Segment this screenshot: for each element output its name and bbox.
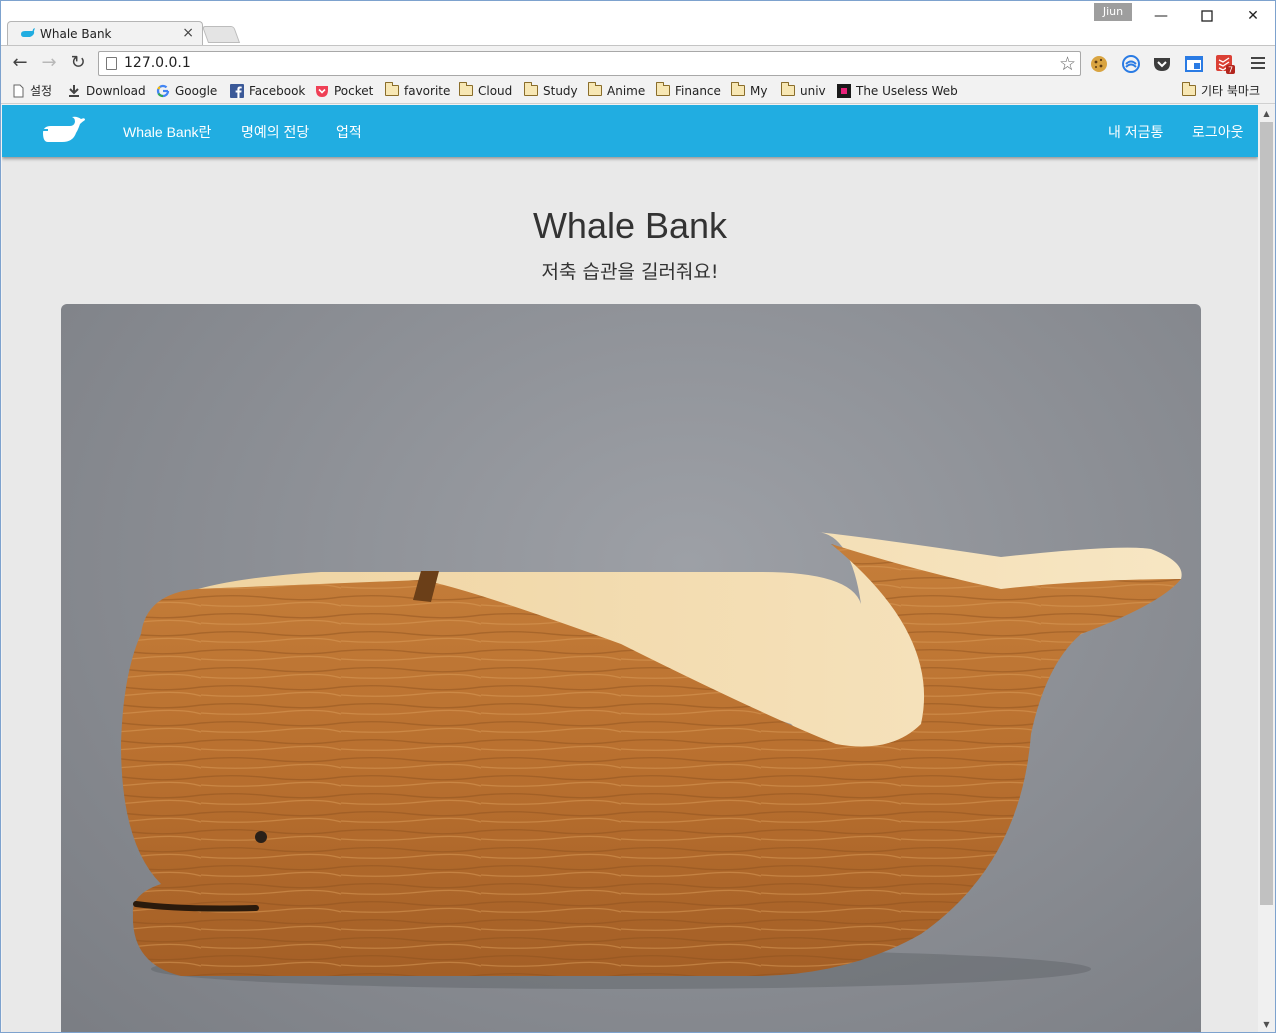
bookmark-star-icon[interactable]: ☆ [1059,53,1076,75]
folder-icon [588,82,602,96]
browser-toolbar: ← → ↻ 127.0.0.1 ☆ 7 [1,45,1275,79]
scroll-down-arrow-icon[interactable]: ▼ [1258,1016,1275,1032]
folder-icon [524,82,538,96]
tab-title: Whale Bank [40,27,112,41]
scrollbar-thumb[interactable] [1260,122,1273,905]
download-icon [67,84,81,98]
folder-icon [731,82,745,96]
reload-icon[interactable]: ↻ [67,52,89,74]
page-icon [11,84,25,98]
profile-badge[interactable]: Jiun [1094,3,1132,21]
browser-tab-active[interactable]: Whale Bank × [7,21,203,45]
whale-logo-icon[interactable] [40,116,86,146]
extension-badge-count: 7 [1228,66,1233,75]
todoist-extension-icon[interactable]: 7 [1215,54,1235,74]
folder-icon [656,82,670,96]
nav-my-piggybank-link[interactable]: 내 저금통 [1108,122,1163,142]
new-tab-button[interactable] [201,26,241,43]
page-title: Whale Bank [532,205,728,246]
sync-extension-icon[interactable] [1121,54,1141,74]
useless-web-icon [837,84,851,98]
pocket-icon [315,84,329,98]
wooden-whale-image [61,304,1201,1032]
folder-icon [459,82,473,96]
page-scrollbar[interactable]: ▲ ▼ [1258,105,1275,1032]
page-subtitle: 저축 습관을 길러줘요! [541,261,719,283]
page-viewport: Whale Bank란 명예의 전당 업적 내 저금통 로그아웃 Whale B… [2,105,1275,1032]
title-bar: Whale Bank × Jiun — ✕ [1,1,1275,45]
cookie-extension-icon[interactable] [1089,54,1109,74]
bookmarks-bar: 설정 Download Google Facebook Pocket favor… [1,79,1275,104]
nav-logout-link[interactable]: 로그아웃 [1192,122,1244,142]
nav-about-link[interactable]: Whale Bank란 [123,122,211,142]
nav-achievements-link[interactable]: 업적 [336,122,362,142]
maximize-icon[interactable] [1187,5,1227,27]
minimize-icon[interactable]: — [1141,5,1181,27]
google-icon [156,84,170,98]
browser-window: Whale Bank × Jiun — ✕ ← → ↻ 127.0.0.1 ☆ [0,0,1276,1033]
window-extension-icon[interactable] [1184,54,1204,74]
chrome-menu-icon[interactable] [1249,54,1267,74]
folder-icon [385,82,399,96]
folder-icon [1182,82,1196,96]
pocket-extension-icon[interactable] [1152,54,1172,74]
nav-hall-of-fame-link[interactable]: 명예의 전당 [241,122,309,142]
folder-icon [781,82,795,96]
facebook-icon [230,84,244,98]
wooden-whale-illustration [121,532,1182,989]
address-bar[interactable]: 127.0.0.1 ☆ [98,51,1081,76]
forward-arrow-icon[interactable]: → [38,52,60,74]
site-navbar: Whale Bank란 명예의 전당 업적 내 저금통 로그아웃 [2,105,1258,157]
whale-favicon-icon [21,28,35,37]
page-icon [106,57,117,70]
close-tab-icon[interactable]: × [182,25,194,41]
close-window-icon[interactable]: ✕ [1233,5,1273,27]
url-text[interactable]: 127.0.0.1 [124,55,191,71]
scroll-up-arrow-icon[interactable]: ▲ [1258,105,1275,122]
back-arrow-icon[interactable]: ← [9,52,31,74]
